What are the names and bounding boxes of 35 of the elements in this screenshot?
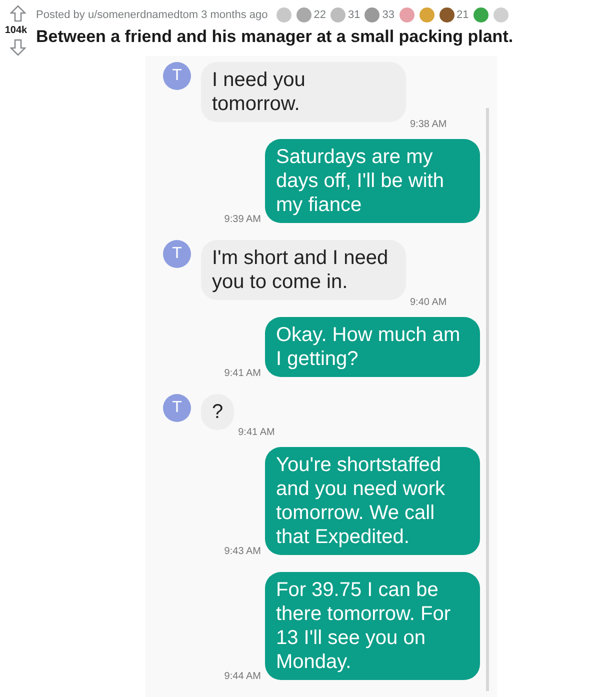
contact-avatar: T [163, 394, 191, 422]
award-icon [418, 7, 434, 23]
message-time: 9:41 AM [238, 427, 275, 438]
vote-count: 104k [4, 25, 28, 36]
message-bubble: Saturdays are my days off, I'll be with my fiance [265, 139, 480, 223]
message-time: 9:38 AM [410, 119, 447, 130]
message-time: 9:39 AM [224, 214, 261, 225]
upvote-icon[interactable] [10, 5, 26, 22]
downvote-icon[interactable] [10, 39, 26, 56]
message-time: 9:44 AM [224, 671, 261, 682]
message-bubble: I need you tomorrow. [201, 62, 406, 122]
award-icon [330, 7, 346, 23]
award-icon [296, 7, 312, 23]
award-icon [364, 7, 380, 23]
contact-avatar: T [163, 62, 191, 90]
message-time: 9:41 AM [224, 368, 261, 379]
message-bubble: For 39.75 I can be there tomorrow. For 13 I'll see you on Monday. [265, 572, 480, 680]
award-icon [398, 7, 414, 23]
message-bubble: I'm short and I need you to come in. [201, 240, 406, 300]
award-count: 31 [348, 9, 360, 21]
award-icon [438, 7, 454, 23]
award-count: 22 [314, 9, 326, 21]
contact-avatar: T [163, 240, 191, 268]
message-bubble: ? [201, 394, 234, 430]
message-time: 9:40 AM [410, 297, 447, 308]
award-count: 21 [456, 9, 469, 21]
award-icon [276, 7, 292, 23]
award-icon [472, 7, 489, 23]
award-icon [492, 7, 509, 23]
message-bubble: Okay. How much am I getting? [265, 317, 480, 377]
award-count: 33 [382, 9, 394, 21]
message-time: 9:43 AM [224, 546, 261, 557]
post-title: Between a friend and his manager at a small packing plant. [36, 27, 514, 47]
post-byline: Posted by u/somenerdnamedtom 3 months ago [36, 9, 268, 21]
message-bubble: You're shortstaffed and you need work tomorrow. We call that Expedited. [265, 447, 480, 555]
